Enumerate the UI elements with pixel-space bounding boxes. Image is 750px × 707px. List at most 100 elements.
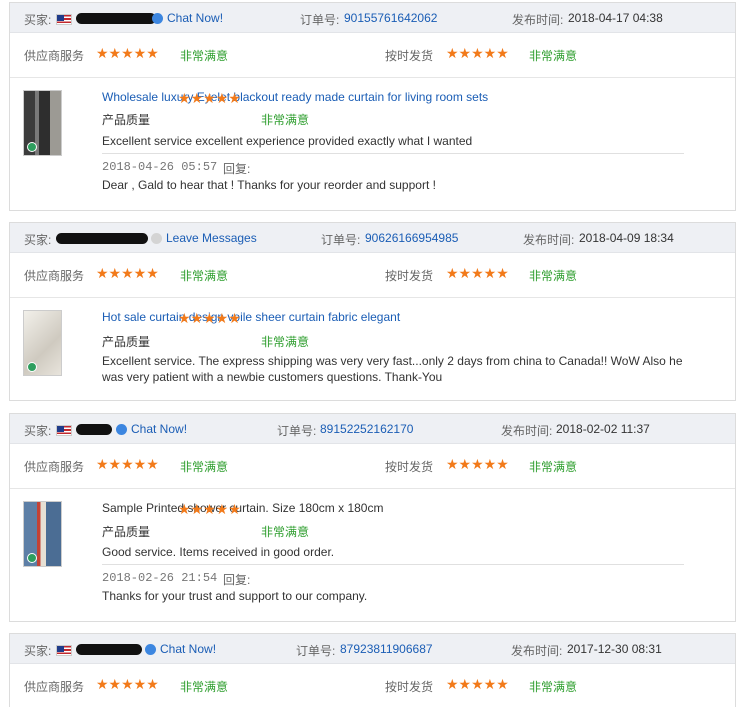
review-header: 买家: Chat Now! 订单号: 90155761642062 发布时间: … bbox=[10, 3, 735, 33]
reply-time: 2018-04-26 05:57 bbox=[102, 160, 218, 174]
star-rating: ★★★★★ bbox=[446, 45, 509, 61]
rating-text: 非常满意 bbox=[180, 49, 229, 63]
star-rating: ★★★★★ bbox=[178, 501, 241, 517]
on-time-delivery-label: 按时发货 bbox=[385, 680, 434, 694]
order-no-label: 订单号: bbox=[277, 424, 317, 438]
supplier-service-label: 供应商服务 bbox=[24, 49, 85, 63]
rating-text: 非常满意 bbox=[529, 269, 578, 283]
rating-text: 非常满意 bbox=[180, 269, 229, 283]
star-rating: ★★★★★ bbox=[178, 90, 241, 106]
star-rating: ★★★★★ bbox=[96, 676, 159, 692]
order-no[interactable]: 90155761642062 bbox=[344, 11, 437, 25]
star-rating: ★★★★★ bbox=[446, 265, 509, 281]
offline-icon bbox=[151, 233, 162, 244]
chat-now-link[interactable]: Chat Now! bbox=[167, 11, 223, 25]
order-no[interactable]: 90626166954985 bbox=[365, 231, 458, 245]
rating-row: 供应商服务 ★★★★★ 非常满意 按时发货 ★★★★★ 非常满意 bbox=[10, 444, 735, 489]
buyer-label: 买家: bbox=[24, 644, 52, 658]
redacted-name bbox=[76, 13, 156, 24]
review-header: 买家: Leave Messages 订单号: 90626166954985 发… bbox=[10, 223, 735, 253]
rating-text: 非常满意 bbox=[261, 525, 310, 539]
on-time-delivery-label: 按时发货 bbox=[385, 269, 434, 283]
published-time: 2017-12-30 08:31 bbox=[567, 642, 662, 656]
review-comment: Excellent service. The express shipping … bbox=[102, 354, 683, 384]
star-rating: ★★★★★ bbox=[96, 45, 159, 61]
redacted-name bbox=[56, 233, 148, 244]
published-time: 2018-02-02 11:37 bbox=[556, 422, 650, 436]
rating-text: 非常满意 bbox=[529, 680, 578, 694]
buyer-label: 买家: bbox=[24, 13, 52, 27]
buyer-label: 买家: bbox=[24, 424, 52, 438]
leave-messages-link[interactable]: Leave Messages bbox=[166, 231, 257, 245]
review-card: 买家: Chat Now! 订单号: 87923811906687 发布时间: … bbox=[9, 633, 736, 707]
star-rating: ★★★★★ bbox=[96, 456, 159, 472]
review-card: 买家: Chat Now! 订单号: 89152252162170 发布时间: … bbox=[9, 413, 736, 622]
published-label: 发布时间: bbox=[511, 644, 563, 658]
order-no[interactable]: 89152252162170 bbox=[320, 422, 413, 436]
product-title-link[interactable]: Hot sale curtain design voile sheer curt… bbox=[102, 310, 400, 324]
redacted-name bbox=[76, 644, 142, 655]
review-body: Sample Printed shower curtain. Size 180c… bbox=[10, 489, 735, 621]
badge-icon bbox=[27, 142, 37, 152]
buyer-label: 买家: bbox=[24, 233, 52, 247]
product-title-link[interactable]: Wholesale luxury Eyelet blackout ready m… bbox=[102, 90, 488, 104]
reply-time: 2018-02-26 21:54 bbox=[102, 571, 218, 585]
review-feed: 买家: Chat Now! 订单号: 90155761642062 发布时间: … bbox=[0, 0, 750, 707]
product-thumbnail[interactable] bbox=[23, 90, 62, 156]
verified-icon bbox=[116, 424, 127, 435]
product-thumbnail[interactable] bbox=[23, 501, 62, 567]
rating-text: 非常满意 bbox=[261, 113, 310, 127]
on-time-delivery-label: 按时发货 bbox=[385, 460, 434, 474]
chat-now-link[interactable]: Chat Now! bbox=[160, 642, 216, 656]
published-label: 发布时间: bbox=[512, 13, 564, 27]
us-flag-icon bbox=[56, 14, 72, 25]
product-title: Sample Printed shower curtain. Size 180c… bbox=[102, 501, 384, 515]
review-comment: Excellent service excellent experience p… bbox=[102, 134, 473, 148]
rating-text: 非常满意 bbox=[529, 49, 578, 63]
star-rating: ★★★★★ bbox=[96, 265, 159, 281]
rating-text: 非常满意 bbox=[261, 335, 310, 349]
star-rating: ★★★★★ bbox=[446, 676, 509, 692]
review-comment: Good service. Items received in good ord… bbox=[102, 545, 335, 559]
us-flag-icon bbox=[56, 645, 72, 656]
order-no[interactable]: 87923811906687 bbox=[340, 642, 433, 656]
supplier-service-label: 供应商服务 bbox=[24, 460, 85, 474]
product-quality-label: 产品质量 bbox=[102, 113, 151, 127]
review-card: 买家: Chat Now! 订单号: 90155761642062 发布时间: … bbox=[9, 2, 736, 211]
rating-text: 非常满意 bbox=[180, 460, 229, 474]
verified-icon bbox=[145, 644, 156, 655]
rating-row: 供应商服务 ★★★★★ 非常满意 按时发货 ★★★★★ 非常满意 bbox=[10, 664, 735, 707]
us-flag-icon bbox=[56, 425, 72, 436]
rating-text: 非常满意 bbox=[180, 680, 229, 694]
chat-now-link[interactable]: Chat Now! bbox=[131, 422, 187, 436]
review-header: 买家: Chat Now! 订单号: 87923811906687 发布时间: … bbox=[10, 634, 735, 664]
redacted-name bbox=[76, 424, 112, 435]
badge-icon bbox=[27, 553, 37, 563]
reply-text: Dear , Gald to hear that ! Thanks for yo… bbox=[102, 178, 436, 192]
divider bbox=[102, 564, 684, 565]
star-rating: ★★★★★ bbox=[178, 310, 241, 326]
verified-icon bbox=[152, 13, 163, 24]
supplier-service-label: 供应商服务 bbox=[24, 269, 85, 283]
published-label: 发布时间: bbox=[501, 424, 553, 438]
product-quality-label: 产品质量 bbox=[102, 525, 151, 539]
reply-label: 回复: bbox=[223, 573, 251, 587]
rating-row: 供应商服务 ★★★★★ 非常满意 按时发货 ★★★★★ 非常满意 bbox=[10, 253, 735, 298]
supplier-service-label: 供应商服务 bbox=[24, 680, 85, 694]
order-no-label: 订单号: bbox=[296, 644, 336, 658]
rating-row: 供应商服务 ★★★★★ 非常满意 按时发货 ★★★★★ 非常满意 bbox=[10, 33, 735, 78]
star-rating: ★★★★★ bbox=[446, 456, 509, 472]
reply-label: 回复: bbox=[223, 162, 251, 176]
divider bbox=[102, 153, 684, 154]
published-time: 2018-04-17 04:38 bbox=[568, 11, 663, 25]
on-time-delivery-label: 按时发货 bbox=[385, 49, 434, 63]
order-no-label: 订单号: bbox=[321, 233, 361, 247]
product-thumbnail[interactable] bbox=[23, 310, 62, 376]
badge-icon bbox=[27, 362, 37, 372]
review-body: Wholesale luxury Eyelet blackout ready m… bbox=[10, 78, 735, 210]
review-body: Hot sale curtain design voile sheer curt… bbox=[10, 298, 735, 400]
reply-text: Thanks for your trust and support to our… bbox=[102, 589, 368, 603]
published-label: 发布时间: bbox=[523, 233, 575, 247]
published-time: 2018-04-09 18:34 bbox=[579, 231, 674, 245]
order-no-label: 订单号: bbox=[300, 13, 340, 27]
